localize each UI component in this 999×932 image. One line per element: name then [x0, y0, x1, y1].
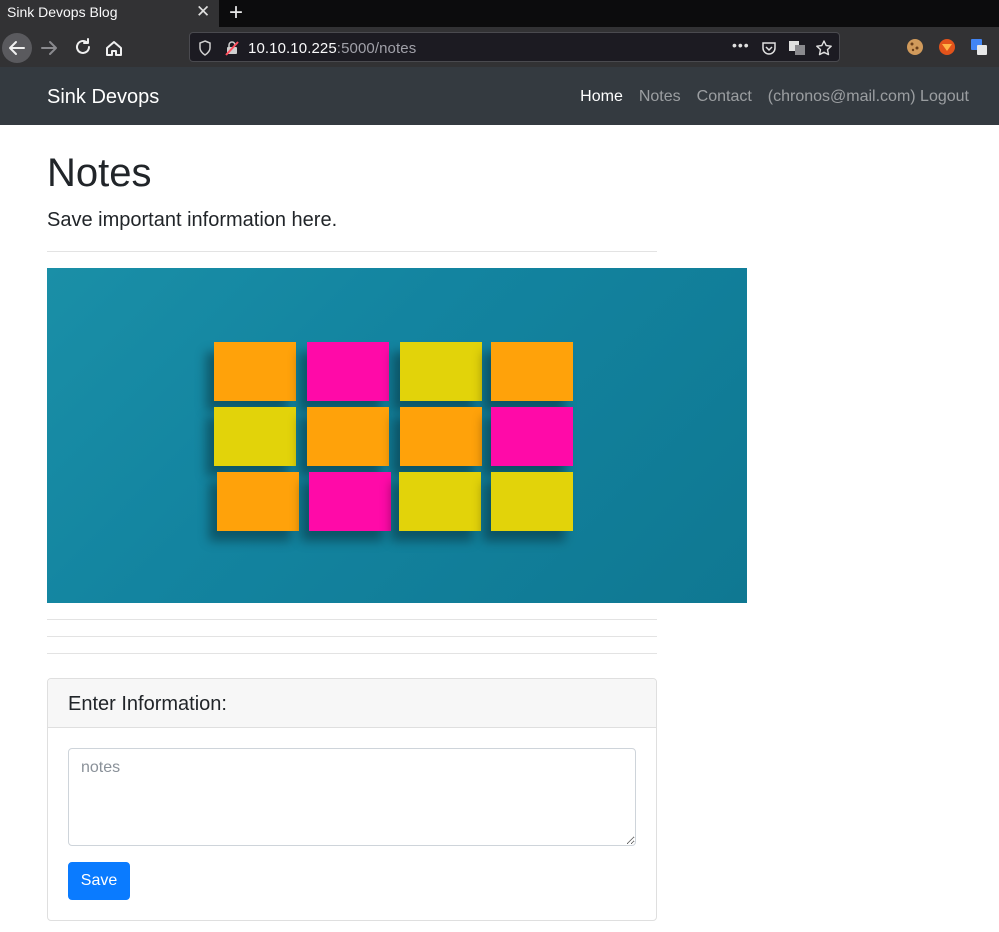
sticky-note [399, 472, 481, 531]
page-title: Notes [47, 151, 152, 195]
forward-arrow-icon [41, 41, 57, 55]
sticky-note [491, 407, 573, 466]
sticky-note [214, 407, 296, 466]
enter-information-card: Enter Information: Save [47, 678, 657, 921]
site-brand[interactable]: Sink Devops [47, 86, 159, 109]
browser-tab-strip: Sink Devops Blog ✕ + [0, 0, 999, 27]
sticky-note [307, 342, 389, 401]
page-lead: Save important information here. [47, 209, 338, 231]
sticky-notes-image [47, 268, 747, 603]
shield-icon[interactable] [198, 40, 212, 56]
browser-toolbar: 10.10.10.225:5000/notes ••• [0, 27, 999, 67]
translate-icon[interactable] [788, 40, 806, 56]
sticky-note [307, 407, 389, 466]
cookie-extension-icon[interactable] [906, 38, 924, 56]
card-title: Enter Information: [68, 693, 227, 715]
nav-contact[interactable]: Contact [697, 88, 752, 106]
back-button[interactable] [2, 33, 32, 63]
card-header: Enter Information: [48, 679, 656, 728]
sticky-note [217, 472, 299, 531]
page-actions-icon[interactable]: ••• [732, 37, 750, 53]
nav-logout[interactable]: (chronos@mail.com) Logout [768, 88, 969, 106]
foxyproxy-extension-icon[interactable] [938, 38, 956, 56]
forward-button[interactable] [34, 33, 64, 63]
nav-notes[interactable]: Notes [639, 88, 681, 106]
sticky-note [491, 342, 573, 401]
divider [47, 251, 657, 252]
site-navbar: Sink Devops Home Notes Contact (chronos@… [0, 67, 999, 125]
nav-home[interactable]: Home [580, 88, 623, 106]
notes-textarea[interactable] [68, 748, 636, 846]
divider [47, 653, 657, 654]
sticky-note [309, 472, 391, 531]
sticky-note [214, 342, 296, 401]
home-button[interactable] [99, 33, 129, 63]
sticky-note [400, 342, 482, 401]
close-tab-icon[interactable]: ✕ [196, 2, 210, 22]
url-host: 10.10.10.225 [248, 40, 337, 57]
insecure-lock-icon[interactable] [224, 40, 240, 56]
new-tab-button[interactable]: + [229, 0, 243, 27]
reload-button[interactable] [68, 33, 98, 63]
home-icon [106, 41, 122, 56]
divider [47, 619, 657, 620]
reload-icon [76, 38, 90, 54]
back-arrow-icon [9, 41, 25, 55]
sticky-note [491, 472, 573, 531]
sticky-note [400, 407, 482, 466]
tab-title: Sink Devops Blog [7, 4, 118, 20]
browser-tab[interactable]: Sink Devops Blog ✕ [0, 0, 219, 27]
google-translate-extension-icon[interactable] [970, 38, 988, 56]
url-text: 10.10.10.225:5000/notes [248, 40, 416, 57]
url-path: :5000/notes [336, 40, 417, 57]
site-nav-links: Home Notes Contact (chronos@mail.com) Lo… [580, 88, 969, 106]
bookmark-star-icon[interactable] [816, 40, 832, 56]
save-button[interactable]: Save [68, 862, 130, 900]
url-bar[interactable]: 10.10.10.225:5000/notes ••• [189, 32, 840, 62]
divider [47, 636, 657, 637]
pocket-icon[interactable] [761, 40, 777, 56]
